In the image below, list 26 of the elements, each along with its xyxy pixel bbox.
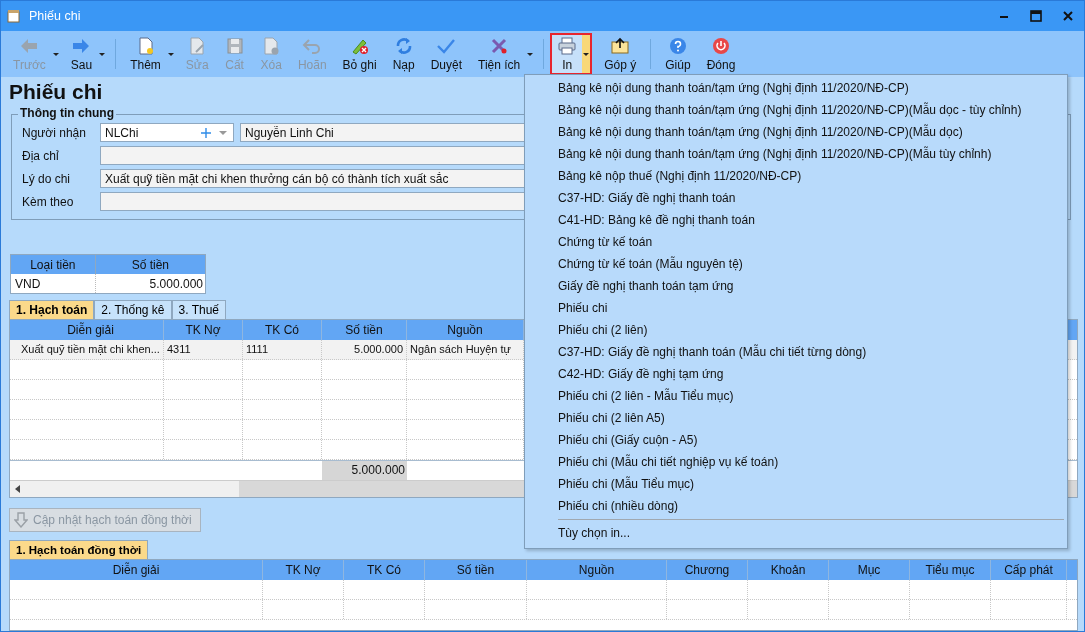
column-header: Số tiền xyxy=(425,560,527,580)
page-title: Phiếu chi xyxy=(9,80,103,104)
table-cell: 5.000.000 xyxy=(322,340,407,359)
column-header: TK Có xyxy=(344,560,425,580)
table-cell: VND xyxy=(10,274,96,294)
table-cell: 5.000.000 xyxy=(95,274,206,294)
column-header: Cấp phát xyxy=(991,560,1067,580)
field-label: Địa chỉ xyxy=(21,148,60,163)
column-header: Loại tiền xyxy=(10,254,96,274)
column-header: Chương xyxy=(667,560,748,580)
table-cell: 1111 xyxy=(243,340,322,359)
field-label: Lý do chi xyxy=(21,171,72,186)
table-cell: Xuất quỹ tiền mặt chi khen... xyxy=(18,340,164,359)
column-header: Tiểu mục xyxy=(910,560,991,580)
window-title: Phiếu chi xyxy=(29,9,81,23)
field-label: Kèm theo xyxy=(21,194,75,209)
column-header: Số tiền xyxy=(95,254,206,274)
group-title: Thông tin chung xyxy=(18,106,116,120)
column-header: Mục xyxy=(829,560,910,580)
column-header: Nguồn xyxy=(527,560,667,580)
table-cell: 4311 xyxy=(164,340,243,359)
column-header: TK Nợ xyxy=(263,560,344,580)
total-cell: 5.000.000 xyxy=(322,461,407,480)
field-label: Người nhận xyxy=(21,125,87,140)
column-header: Khoản xyxy=(748,560,829,580)
column-header: Diễn giải xyxy=(10,560,263,580)
